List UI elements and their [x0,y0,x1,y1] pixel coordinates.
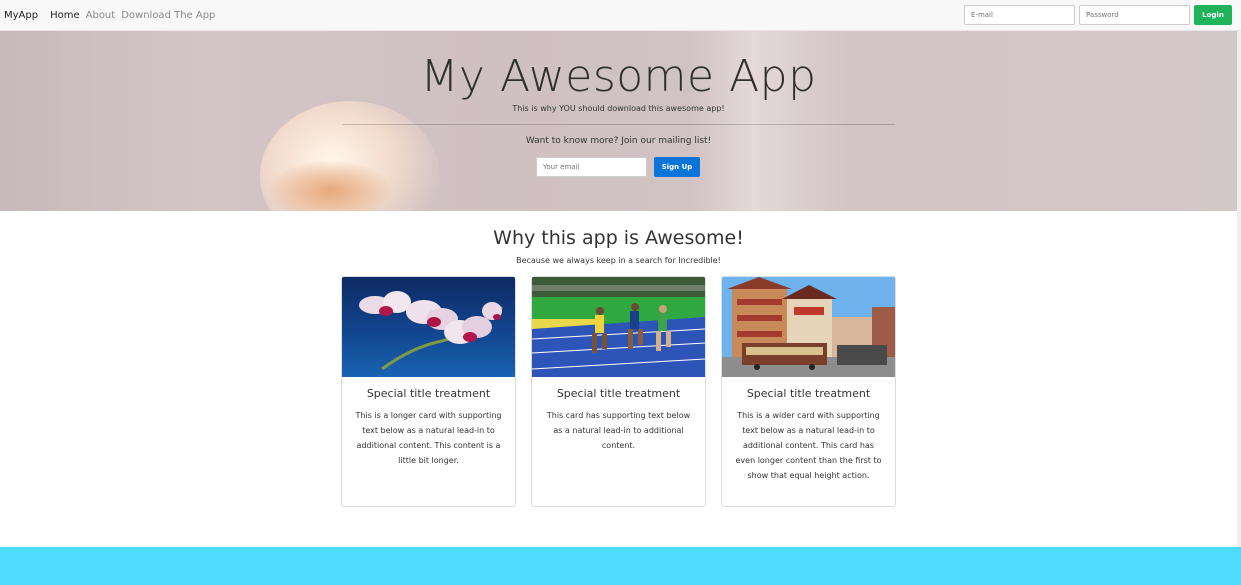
card-text: This card has supporting text below as a… [546,411,691,450]
footer-band [0,547,1241,585]
navbar: MyApp Home About Download The App Login [0,0,1241,31]
card-title: Special title treatment [366,387,491,400]
login-form: Login [964,5,1232,25]
card-title: Special title treatment [556,387,681,400]
card-text: This is a longer card with supporting te… [355,411,502,465]
chinatown-image [722,277,895,377]
mailing-list-prompt: Want to know more? Join our mailing list… [525,136,712,146]
nav-links: Home About Download The App [50,10,221,21]
features-subtitle: Because we always keep in a search for I… [516,256,721,265]
card-title: Special title treatment [746,387,871,400]
password-field[interactable] [1079,5,1190,25]
hero-divider [342,124,895,125]
hero-title: My Awesome App [420,51,817,102]
signup-form: Sign Up [536,157,700,177]
nav-about-link[interactable]: About [86,10,116,21]
feature-card-1: Special title treatment This is a longer… [341,276,516,507]
signup-email-input[interactable] [536,157,647,177]
orchid-image [342,277,515,377]
feature-card-2: Special title treatment This card has su… [531,276,706,507]
features-title: Why this app is Awesome! [493,227,744,249]
scrollbar[interactable] [1237,31,1241,547]
feature-card-3: Special title treatment This is a wider … [721,276,896,507]
card-text: This is a wider card with supporting tex… [735,411,882,480]
nav-download-link[interactable]: Download The App [121,10,215,21]
hero-section: My Awesome App This is why YOU should do… [0,31,1241,211]
sprinters-image [532,277,705,377]
nav-home-link[interactable]: Home [50,10,80,21]
login-button[interactable]: Login [1194,5,1232,25]
hero-subtitle: This is why YOU should download this awe… [512,104,725,113]
signup-button[interactable]: Sign Up [654,157,700,177]
email-field[interactable] [964,5,1075,25]
brand-link[interactable]: MyApp [4,10,38,21]
